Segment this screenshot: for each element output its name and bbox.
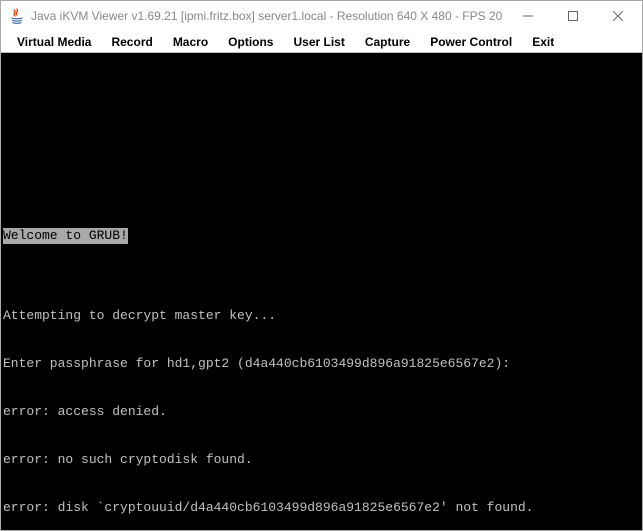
- menu-virtual-media[interactable]: Virtual Media: [7, 33, 101, 51]
- console-line: error: no such cryptodisk found.: [3, 452, 640, 468]
- menu-capture[interactable]: Capture: [355, 33, 420, 51]
- menu-record[interactable]: Record: [101, 33, 162, 51]
- maximize-button[interactable]: [550, 2, 595, 31]
- console-line: Attempting to decrypt master key...: [3, 308, 640, 324]
- menu-user-list[interactable]: User List: [283, 33, 354, 51]
- minimize-button[interactable]: [505, 2, 550, 31]
- console-line: Enter passphrase for hd1,gpt2 (d4a440cb6…: [3, 356, 640, 372]
- console-line: error: access denied.: [3, 404, 640, 420]
- window-title: Java iKVM Viewer v1.69.21 [ipmi.fritz.bo…: [31, 9, 505, 23]
- window-titlebar: Java iKVM Viewer v1.69.21 [ipmi.fritz.bo…: [1, 1, 642, 31]
- close-button[interactable]: [595, 2, 640, 31]
- menu-macro[interactable]: Macro: [163, 33, 218, 51]
- console-line: error: disk `cryptouuid/d4a440cb6103499d…: [3, 500, 640, 516]
- grub-banner: Welcome to GRUB!: [3, 228, 128, 244]
- java-app-icon: [9, 8, 25, 24]
- menu-options[interactable]: Options: [218, 33, 283, 51]
- menu-exit[interactable]: Exit: [522, 33, 564, 51]
- console-output: Welcome to GRUB! Attempting to decrypt m…: [1, 196, 642, 530]
- menu-power-control[interactable]: Power Control: [420, 33, 522, 51]
- menubar: Virtual Media Record Macro Options User …: [1, 31, 642, 53]
- kvm-console[interactable]: Welcome to GRUB! Attempting to decrypt m…: [1, 53, 642, 530]
- window-controls: [505, 2, 640, 31]
